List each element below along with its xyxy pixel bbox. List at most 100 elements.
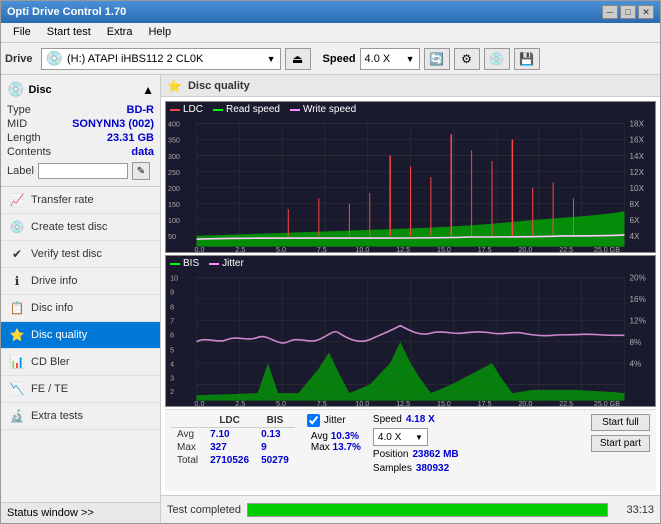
svg-text:25.0 GB: 25.0 GB <box>594 245 620 252</box>
stats-avg-label: Avg <box>171 428 204 442</box>
svg-text:25.0 GB: 25.0 GB <box>594 399 620 406</box>
speed-select[interactable]: 4.0 X ▼ <box>360 48 420 70</box>
svg-text:2.5: 2.5 <box>235 399 245 406</box>
status-window-button[interactable]: Status window >> <box>1 502 160 523</box>
samples-label: Samples <box>373 463 412 474</box>
disc-contents-value: data <box>131 146 154 158</box>
disc-button[interactable]: 💿 <box>484 48 510 70</box>
sidebar-item-extra-tests[interactable]: 🔬 Extra tests <box>1 403 160 430</box>
transfer-rate-icon: 📈 <box>9 192 25 208</box>
time-display: 33:13 <box>614 504 654 516</box>
sidebar-item-verify-test-disc[interactable]: ✔ Verify test disc <box>1 241 160 268</box>
svg-text:14X: 14X <box>630 151 645 161</box>
save-button[interactable]: 💾 <box>514 48 540 70</box>
sidebar-item-create-test-disc[interactable]: 💿 Create test disc <box>1 214 160 241</box>
drive-info-label: Drive info <box>31 275 77 287</box>
disc-type-label: Type <box>7 104 31 116</box>
disc-section: 💿 Disc ▲ Type BD-R MID SONYNN3 (002) Len… <box>1 75 160 187</box>
svg-text:2: 2 <box>170 387 174 396</box>
disc-mid-value: SONYNN3 (002) <box>72 118 154 130</box>
fe-te-label: FE / TE <box>31 383 68 395</box>
disc-expand-icon[interactable]: ▲ <box>142 83 154 97</box>
close-button[interactable]: ✕ <box>638 5 654 19</box>
title-bar: Opti Drive Control 1.70 ─ □ ✕ <box>1 1 660 23</box>
svg-text:8X: 8X <box>630 199 640 209</box>
nav-menu: 📈 Transfer rate 💿 Create test disc ✔ Ver… <box>1 187 160 502</box>
jitter-max-label: Max <box>311 442 333 453</box>
svg-text:10: 10 <box>170 273 178 282</box>
svg-text:17.5: 17.5 <box>478 399 492 406</box>
menu-bar: File Start test Extra Help <box>1 23 660 43</box>
transfer-rate-label: Transfer rate <box>31 194 94 206</box>
svg-text:5.0: 5.0 <box>276 245 286 252</box>
sidebar-item-cd-bler[interactable]: 📊 CD Bler <box>1 349 160 376</box>
jitter-max-value: 13.7% <box>333 442 361 453</box>
fe-te-icon: 📉 <box>9 381 25 397</box>
start-part-button[interactable]: Start part <box>591 435 650 452</box>
svg-text:20.0: 20.0 <box>518 399 532 406</box>
menu-help[interactable]: Help <box>140 25 179 40</box>
chart-bis-jitter: BIS Jitter <box>165 255 656 407</box>
maximize-button[interactable]: □ <box>620 5 636 19</box>
ldc-color-dot <box>170 109 180 111</box>
jitter-avg-value: 10.3% <box>331 431 359 442</box>
minimize-button[interactable]: ─ <box>602 5 618 19</box>
position-row: Position 23862 MB <box>373 449 459 460</box>
svg-text:22.5: 22.5 <box>559 245 573 252</box>
eject-button[interactable]: ⏏ <box>285 48 311 70</box>
start-full-button[interactable]: Start full <box>591 414 650 431</box>
sidebar-item-disc-quality[interactable]: ⭐ Disc quality <box>1 322 160 349</box>
refresh-button[interactable]: 🔄 <box>424 48 450 70</box>
disc-length-row: Length 23.31 GB <box>7 132 154 144</box>
jitter-checkbox[interactable] <box>307 414 320 427</box>
main-content: 💿 Disc ▲ Type BD-R MID SONYNN3 (002) Len… <box>1 75 660 523</box>
sidebar-item-transfer-rate[interactable]: 📈 Transfer rate <box>1 187 160 214</box>
svg-text:10.0: 10.0 <box>355 245 369 252</box>
legend-ldc: LDC <box>170 104 203 115</box>
chart1-svg: 18X 16X 14X 12X 10X 8X 6X 4X 400 350 300… <box>166 102 655 252</box>
drive-select[interactable]: 💿 (H:) ATAPI iHBS112 2 CL0K ▼ <box>41 48 281 70</box>
stats-row-avg: Avg 7.10 0.13 <box>171 428 295 442</box>
legend-jitter-label: Jitter <box>222 258 244 269</box>
verify-test-disc-icon: ✔ <box>9 246 25 262</box>
disc-section-icon: 💿 <box>7 81 24 98</box>
disc-section-title: Disc <box>28 84 51 96</box>
legend-bis: BIS <box>170 258 199 269</box>
svg-text:6: 6 <box>170 330 174 339</box>
svg-text:3: 3 <box>170 373 174 382</box>
samples-value: 380932 <box>416 463 449 474</box>
menu-start-test[interactable]: Start test <box>39 25 99 40</box>
stats-row-max: Max 327 9 <box>171 441 295 454</box>
sidebar-item-disc-info[interactable]: 📋 Disc info <box>1 295 160 322</box>
disc-label-input[interactable] <box>38 163 128 179</box>
create-test-disc-icon: 💿 <box>9 219 25 235</box>
cd-bler-label: CD Bler <box>31 356 70 368</box>
disc-header: 💿 Disc ▲ <box>7 81 154 98</box>
chart-ldc-speed: LDC Read speed Write speed <box>165 101 656 253</box>
sidebar-item-drive-info[interactable]: ℹ Drive info <box>1 268 160 295</box>
status-bar: Test completed 33:13 <box>161 495 660 523</box>
disc-contents-label: Contents <box>7 146 51 158</box>
speed-select-dropdown[interactable]: 4.0 X ▼ <box>373 428 428 446</box>
svg-text:20%: 20% <box>630 272 647 282</box>
speed-stat-label: Speed <box>373 414 402 425</box>
drive-info-icon: ℹ <box>9 273 25 289</box>
menu-file[interactable]: File <box>5 25 39 40</box>
speed-dropdown-icon: ▼ <box>406 54 415 64</box>
speed-value: 4.0 X <box>365 53 391 65</box>
action-buttons: Start full Start part <box>591 414 650 452</box>
svg-text:15.0: 15.0 <box>437 399 451 406</box>
settings-button[interactable]: ⚙ <box>454 48 480 70</box>
legend-jitter: Jitter <box>209 258 244 269</box>
menu-extra[interactable]: Extra <box>99 25 141 40</box>
drive-value: (H:) ATAPI iHBS112 2 CL0K <box>67 53 203 65</box>
svg-text:7.5: 7.5 <box>317 399 327 406</box>
speed-select-value: 4.0 X <box>378 432 401 443</box>
col-header-empty <box>171 414 204 428</box>
sidebar-item-fe-te[interactable]: 📉 FE / TE <box>1 376 160 403</box>
svg-text:16X: 16X <box>630 135 645 145</box>
disc-mid-label: MID <box>7 118 27 130</box>
disc-label-label: Label <box>7 165 34 177</box>
label-edit-button[interactable]: ✎ <box>132 162 150 180</box>
stats-table: LDC BIS Avg 7.10 0.13 Max <box>171 414 295 467</box>
